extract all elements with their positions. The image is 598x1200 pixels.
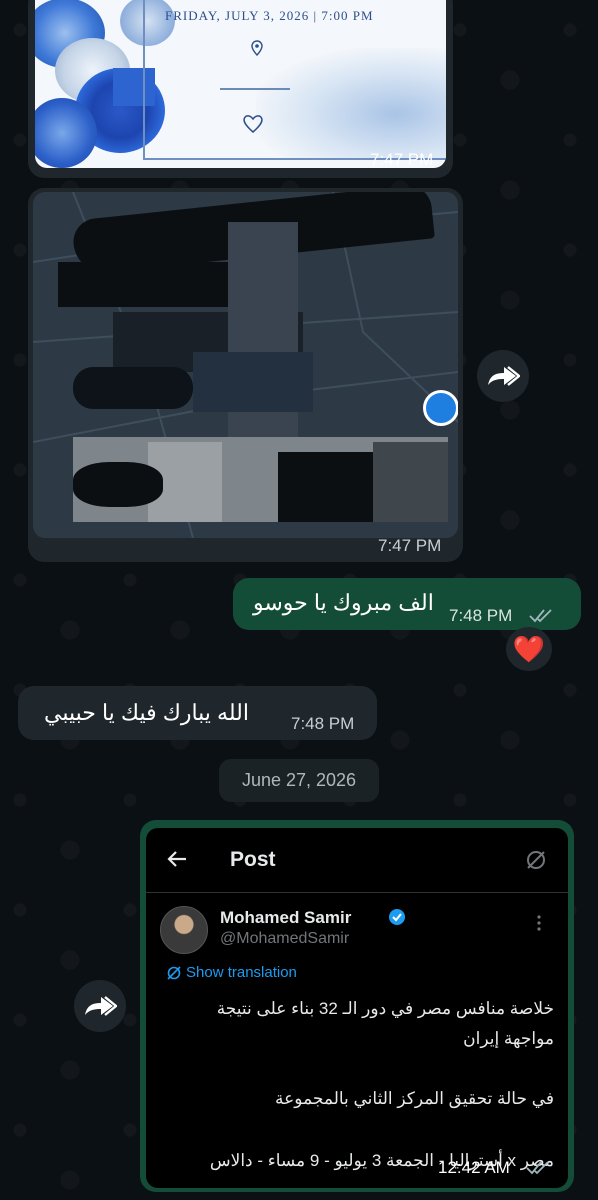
forward-button[interactable] (477, 350, 529, 402)
message-reaction[interactable]: ❤️ (506, 627, 552, 671)
post-header: Post (146, 828, 568, 893)
message-text: الف مبروك يا حوسو (253, 590, 434, 615)
heart-reaction-icon: ❤️ (512, 633, 546, 664)
shopping-pin-icon (423, 390, 458, 426)
invitation-card-image[interactable]: FRIDAY, JULY 3, 2026 | 7:00 PM (35, 0, 446, 168)
more-options-icon (537, 915, 541, 931)
redacted-area (58, 262, 233, 307)
post-text-line: مواجهة إيران (463, 1029, 554, 1048)
read-ticks-icon (529, 609, 552, 623)
author-name: Mohamed Samir (220, 908, 352, 927)
post-text-line: خلاصة منافس مصر في دور الـ 32 بناء على ن… (216, 999, 554, 1018)
forward-icon (85, 996, 117, 1016)
map-image[interactable] (33, 192, 458, 538)
card-border (143, 0, 446, 160)
redacted-area (193, 352, 313, 412)
author-handle: @MohamedSamir (220, 930, 350, 947)
invitation-image-message[interactable]: FRIDAY, JULY 3, 2026 | 7:00 PM 7:47 PM (28, 0, 453, 178)
redacted-area (373, 442, 448, 522)
show-translation-link[interactable]: Show translation (186, 964, 297, 981)
message-time: 7:47 PM (378, 536, 442, 555)
forward-button[interactable] (74, 980, 126, 1032)
forward-icon (488, 366, 520, 386)
redacted-area (73, 462, 163, 507)
flower-decoration (35, 98, 97, 168)
location-image-message[interactable]: 7:47 PM (28, 188, 463, 562)
post-screenshot-image[interactable]: Post Mohamed Samir @MohamedSamir Show tr… (146, 828, 568, 1188)
redacted-area (228, 222, 298, 452)
back-arrow-icon (167, 851, 186, 867)
read-ticks-icon (526, 1161, 549, 1175)
redacted-area (278, 452, 373, 522)
incoming-message[interactable]: الله يبارك فيك يا حبيبي 7:48 PM (18, 686, 377, 740)
redacted-area (73, 367, 193, 409)
post-screenshot-message[interactable]: Post Mohamed Samir @MohamedSamir Show tr… (140, 820, 574, 1192)
translate-icon (167, 966, 181, 980)
author-avatar (160, 906, 208, 954)
message-time: 7:47 PM (370, 150, 434, 169)
post-title: Post (230, 848, 276, 871)
message-time: 12:42 AM (438, 1158, 510, 1177)
verified-badge-icon (389, 909, 405, 925)
translate-icon (527, 851, 545, 869)
message-time: 7:48 PM (449, 606, 513, 625)
date-separator: June 27, 2026 (219, 759, 379, 802)
outgoing-message[interactable]: الف مبروك يا حوسو 7:48 PM (233, 578, 581, 630)
post-text-line: في حالة تحقيق المركز الثاني بالمجموعة (275, 1089, 554, 1108)
message-time: 7:48 PM (291, 714, 355, 733)
message-text: الله يبارك فيك يا حبيبي (44, 700, 249, 725)
